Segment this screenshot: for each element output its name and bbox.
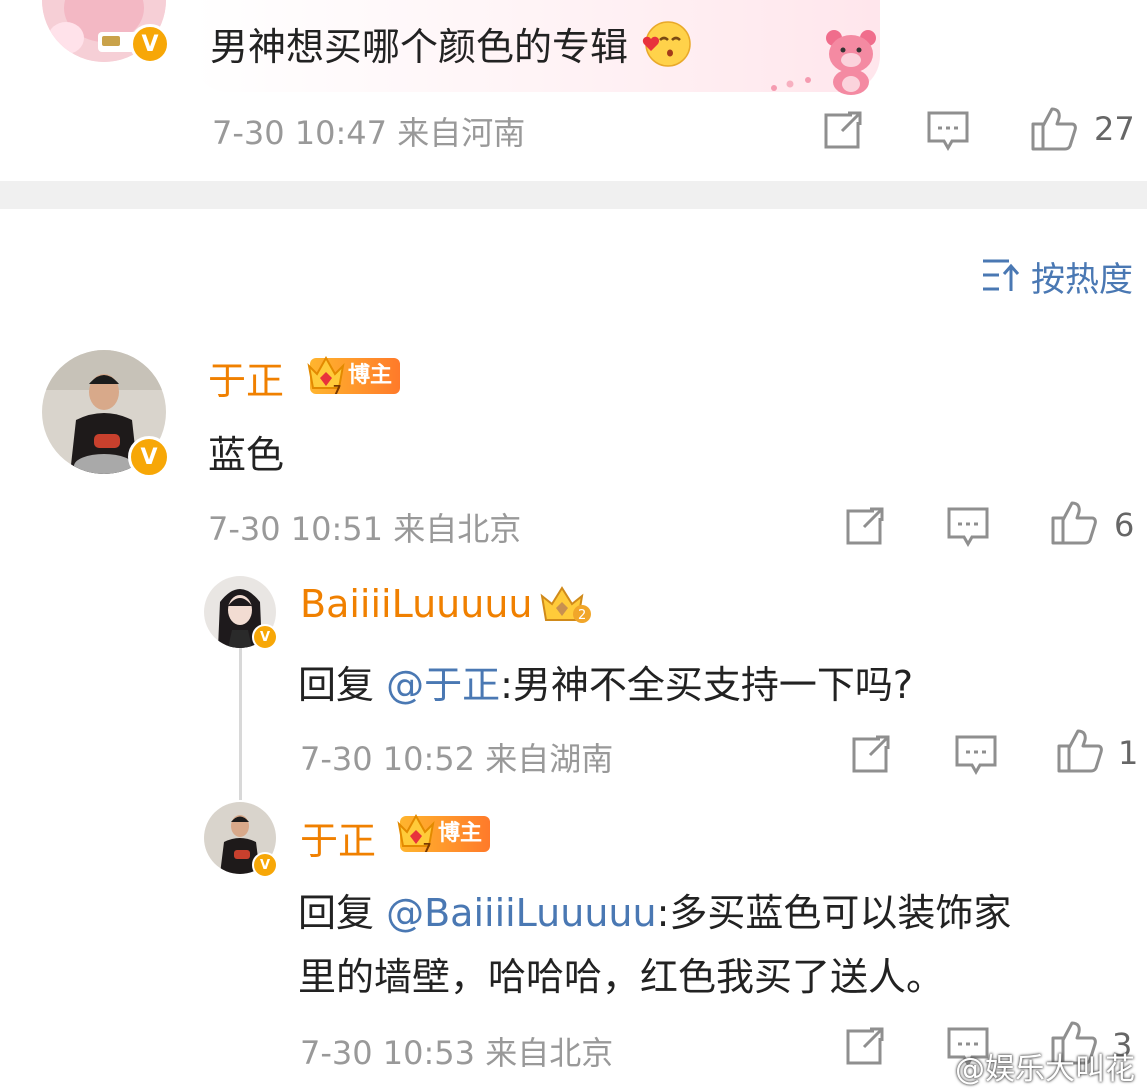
svg-text:2: 2 xyxy=(578,608,586,623)
comment-meta: 7-30 10:47 来自河南 xyxy=(212,114,526,152)
like-icon[interactable] xyxy=(1030,106,1078,152)
comment-text: 男神想买哪个颜色的专辑 xyxy=(210,16,691,71)
sort-label: 按热度 xyxy=(1031,260,1133,300)
blogger-badge: 7 博主 xyxy=(397,813,491,855)
svg-text:7: 7 xyxy=(423,841,431,854)
share-icon[interactable] xyxy=(850,734,892,774)
verified-badge-icon: V xyxy=(252,624,278,650)
mention-link[interactable]: @BaiiiiLuuuuu xyxy=(386,891,657,935)
watermark: @娱乐大叫花 xyxy=(915,1044,1135,1088)
comment-icon[interactable] xyxy=(926,110,970,152)
verified-badge-icon: V xyxy=(128,436,170,478)
strawberry-decoration-icon xyxy=(766,70,822,96)
kissing-face-emoji-icon xyxy=(640,18,691,68)
reply-text: 回复 @于正:男神不全买支持一下吗? xyxy=(298,663,914,707)
pink-bear-sticker-icon xyxy=(818,26,884,96)
comment-icon[interactable] xyxy=(946,506,990,548)
sort-icon xyxy=(981,257,1021,297)
weibo-logo-icon xyxy=(915,1048,949,1084)
verified-badge-icon: V xyxy=(252,852,278,878)
sort-by-hot-button[interactable]: 按热度 xyxy=(981,252,1133,301)
verified-badge-icon: V xyxy=(130,24,170,64)
like-count: 1 xyxy=(1118,734,1139,772)
like-count: 6 xyxy=(1114,506,1135,544)
svg-text:7: 7 xyxy=(333,383,341,396)
crown-icon: 7 xyxy=(306,354,346,408)
mention-link[interactable]: @于正 xyxy=(386,663,500,707)
comment-text: 蓝色 xyxy=(208,433,285,477)
like-count: 27 xyxy=(1094,110,1135,148)
reply-thread-line xyxy=(239,648,242,800)
like-icon[interactable] xyxy=(1056,728,1104,774)
crown-level-badge-icon: 2 xyxy=(538,584,596,626)
username[interactable]: BaiiiiLuuuuu xyxy=(300,582,533,626)
comment-meta: 7-30 10:51 来自北京 xyxy=(208,510,522,548)
blogger-badge: 7 博主 xyxy=(307,355,401,397)
username[interactable]: 于正 xyxy=(208,350,284,405)
section-divider xyxy=(0,181,1147,209)
reply-text-continued: 里的墙壁，哈哈哈，红色我买了送人。 xyxy=(298,955,945,999)
comment-icon[interactable] xyxy=(954,734,998,776)
share-icon[interactable] xyxy=(822,110,864,150)
reply-meta: 7-30 10:52 来自湖南 xyxy=(300,740,614,778)
share-icon[interactable] xyxy=(844,1026,886,1066)
username[interactable]: 于正 xyxy=(300,810,376,865)
share-icon[interactable] xyxy=(844,506,886,546)
like-icon[interactable] xyxy=(1050,500,1098,546)
reply-meta: 7-30 10:53 来自北京 xyxy=(300,1034,614,1072)
reply-text: 回复 @BaiiiiLuuuuu:多买蓝色可以装饰家 xyxy=(298,891,1012,935)
crown-icon: 7 xyxy=(396,812,436,866)
